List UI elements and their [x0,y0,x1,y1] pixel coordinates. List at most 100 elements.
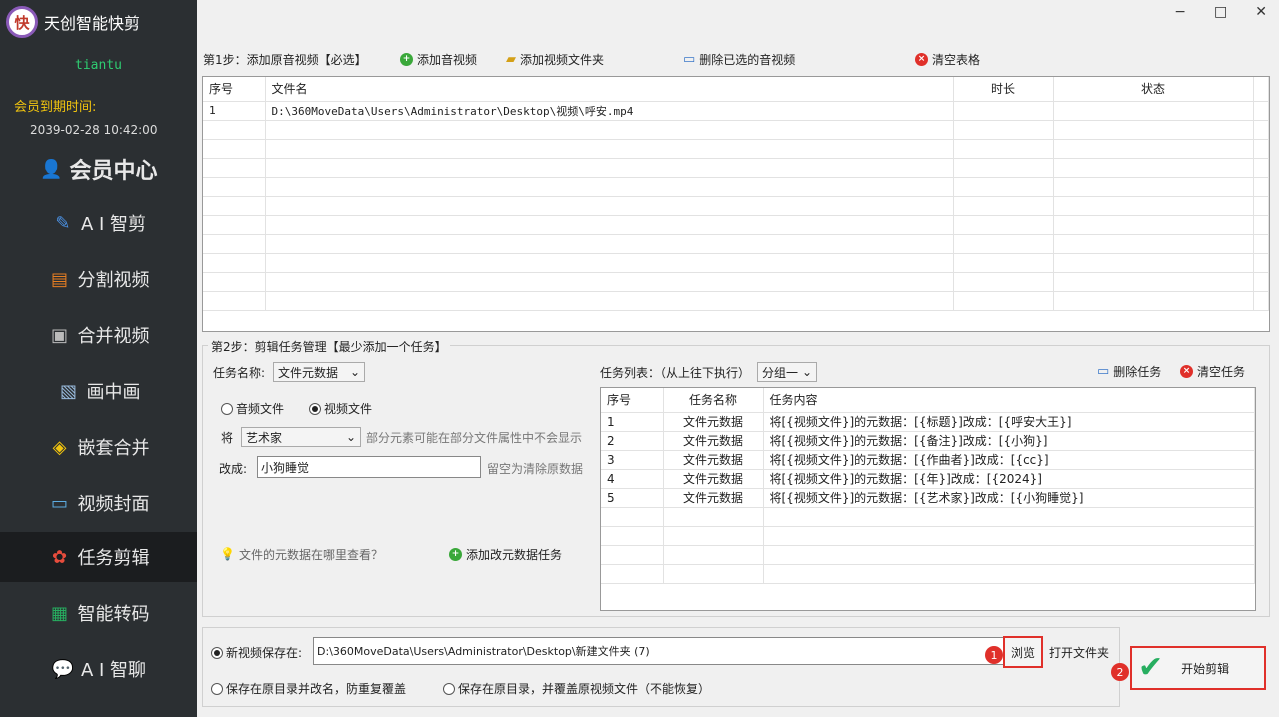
chevron-down-icon: ⌄ [345,430,356,444]
sidebar-item-label: 任务剪辑 [77,548,150,569]
radio-save-new-folder[interactable]: 新视频保存在: [211,644,302,661]
cell-task-name: 文件元数据 [663,469,764,489]
table-row[interactable]: 5 文件元数据 将[{视频文件}]的元数据：[{艺术家}]改成：[{小狗睡觉}] [601,488,1255,508]
metadata-help-link[interactable]: 💡 文件的元数据在哪里查看？ [220,543,383,565]
group-select[interactable]: 分组一 ⌄ [757,362,817,382]
maximize-icon[interactable]: □ [1214,4,1227,20]
chat-icon: 💬 [51,658,75,680]
radio-video[interactable]: 视频文件 [309,400,372,417]
chevron-down-icon: ⌄ [349,365,360,379]
cell-task-content: 将[{视频文件}]的元数据：[{备注}]改成：[{小狗}] [763,431,1255,451]
open-folder-button[interactable]: 打开文件夹 [1049,641,1109,663]
nest-icon: ◈ [52,436,67,458]
table-row-empty [203,139,1269,159]
radio-save-rename[interactable]: 保存在原目录并改名，防重复覆盖 [211,680,406,697]
sidebar-item-ai-chat[interactable]: 💬 A I 智聊 [0,644,197,694]
task-name-select[interactable]: 文件元数据 ⌄ [273,362,365,382]
sidebar-item-nest-merge[interactable]: ◈ 嵌套合并 [0,422,197,472]
sidebar-item-merge-video[interactable]: ▣ 合并视频 [0,310,197,360]
table-row[interactable]: 2 文件元数据 将[{视频文件}]的元数据：[{备注}]改成：[{小狗}] [601,431,1255,451]
table-row[interactable]: 1 D:\360MoveData\Users\Administrator\Des… [203,101,1269,121]
cell-no: 1 [601,412,664,432]
add-icon: + [449,547,462,561]
sidebar-item-video-cover[interactable]: ▭ 视频封面 [0,478,197,528]
delete-task-button[interactable]: ▭ 删除任务 [1097,360,1161,382]
clear-table-button[interactable]: × 清空表格 [915,48,980,70]
table-row-empty [203,177,1269,197]
add-metadata-task-label: 添加改元数据任务 [466,547,563,562]
cell-task-content: 将[{视频文件}]的元数据：[{作曲者}]改成：[{cc}] [763,450,1255,470]
add-audio-video-button[interactable]: + 添加音视频 [400,48,477,70]
table-row-empty [203,253,1269,273]
sidebar-item-task-edit[interactable]: ✿ 任务剪辑 [0,532,197,582]
close-icon[interactable]: ✕ [1255,4,1267,20]
metadata-field-value: 艺术家 [246,430,283,445]
metadata-field-select[interactable]: 艺术家 ⌄ [241,427,361,447]
change-hint: 留空为清除原数据 [487,462,584,476]
sidebar-item-label: 合并视频 [77,326,150,347]
table-row-empty [203,291,1269,311]
sidebar-item-split-video[interactable]: ▤ 分割视频 [0,254,197,304]
add-metadata-task-button[interactable]: + 添加改元数据任务 [449,543,562,565]
add-icon: + [400,52,413,66]
radio-dot [443,682,455,695]
folder-icon: ▰ [506,51,516,67]
table-row[interactable]: 1 文件元数据 将[{视频文件}]的元数据：[{标题}]改成：[{呼安大王}] [601,412,1255,432]
sidebar-item-ai-edit[interactable]: ✎ A I 智剪 [0,198,197,248]
file-table: 序号 文件名 时长 状态 1 D:\360MoveData\Users\Admi… [202,76,1270,332]
merge-icon: ▣ [50,324,68,346]
table-row-empty [203,215,1269,235]
add-folder-button[interactable]: ▰ 添加视频文件夹 [506,48,604,70]
cell-no: 4 [601,469,664,489]
save-label: 新视频保存在: [226,646,303,660]
column-header: 序号 [203,77,266,102]
delete-file-icon: ▭ [1097,363,1110,379]
sidebar-item-label: A I 智聊 [80,660,147,681]
checkmark-icon: ✔ [1138,650,1164,685]
annotation-badge-1: 1 [985,646,1003,664]
table-row[interactable]: 4 文件元数据 将[{视频文件}]的元数据：[{年}]改成：[{2024}] [601,469,1255,489]
cell-no: 5 [601,488,664,508]
clear-icon: × [1180,364,1193,378]
start-edit-button[interactable]: ✔ 开始剪辑 [1130,646,1266,690]
sidebar-item-pip[interactable]: ▧ 画中画 [0,366,197,416]
ai-icon: ✎ [55,212,71,234]
cell-task-name: 文件元数据 [663,412,764,432]
table-row[interactable]: 3 文件元数据 将[{视频文件}]的元数据：[{作曲者}]改成：[{cc}] [601,450,1255,470]
expire-label: 会员到期时间: [14,100,97,115]
app-logo-icon: 快 [6,6,38,38]
annotation-badge-2: 2 [1111,663,1129,681]
radio-dot-selected [309,402,321,415]
delete-task-label: 删除任务 [1113,364,1162,379]
sidebar-item-vip-center[interactable]: 👤 会员中心 [0,144,197,194]
lightbulb-icon: 💡 [220,547,235,561]
radio-audio[interactable]: 音频文件 [221,400,284,417]
clear-tasks-button[interactable]: × 清空任务 [1180,360,1245,382]
save-path-input[interactable]: D:\360MoveData\Users\Administrator\Deskt… [313,637,1005,665]
cell-task-name: 文件元数据 [663,488,764,508]
browse-button[interactable]: 浏览 [1003,636,1043,668]
column-header: 任务内容 [763,388,1255,413]
delete-selected-button[interactable]: ▭ 删除已选的音视频 [683,48,795,70]
add-folder-label: 添加视频文件夹 [520,52,605,67]
browse-label: 浏览 [1010,645,1035,660]
window-controls: − □ ✕ [1174,4,1267,20]
change-label: 改成: [219,462,248,476]
change-value-input[interactable]: 小狗睡觉 [257,456,481,478]
delete-selected-label: 删除已选的音视频 [699,52,796,67]
cell-file: D:\360MoveData\Users\Administrator\Deskt… [265,101,954,121]
clear-table-label: 清空表格 [932,52,981,67]
radio-video-label: 视频文件 [324,402,373,416]
cell-task-content: 将[{视频文件}]的元数据：[{标题}]改成：[{呼安大王}] [763,412,1255,432]
cell-task-content: 将[{视频文件}]的元数据：[{艺术家}]改成：[{小狗睡觉}] [763,488,1255,508]
table-row-empty [203,234,1269,254]
step2-label: 第2步：剪辑任务管理【最少添加一个任务】 [208,338,450,355]
radio-save-overwrite[interactable]: 保存在原目录，并覆盖原视频文件（不能恢复） [443,680,710,697]
cell-task-content: 将[{视频文件}]的元数据：[{年}]改成：[{2024}] [763,469,1255,489]
cover-icon: ▭ [50,492,68,514]
sidebar-item-transcode[interactable]: ▦ 智能转码 [0,588,197,638]
sidebar-item-label: 智能转码 [77,604,150,625]
sidebar-item-label: 视频封面 [77,494,150,515]
flower-icon: ✿ [51,546,68,568]
minimize-icon[interactable]: − [1174,4,1186,20]
